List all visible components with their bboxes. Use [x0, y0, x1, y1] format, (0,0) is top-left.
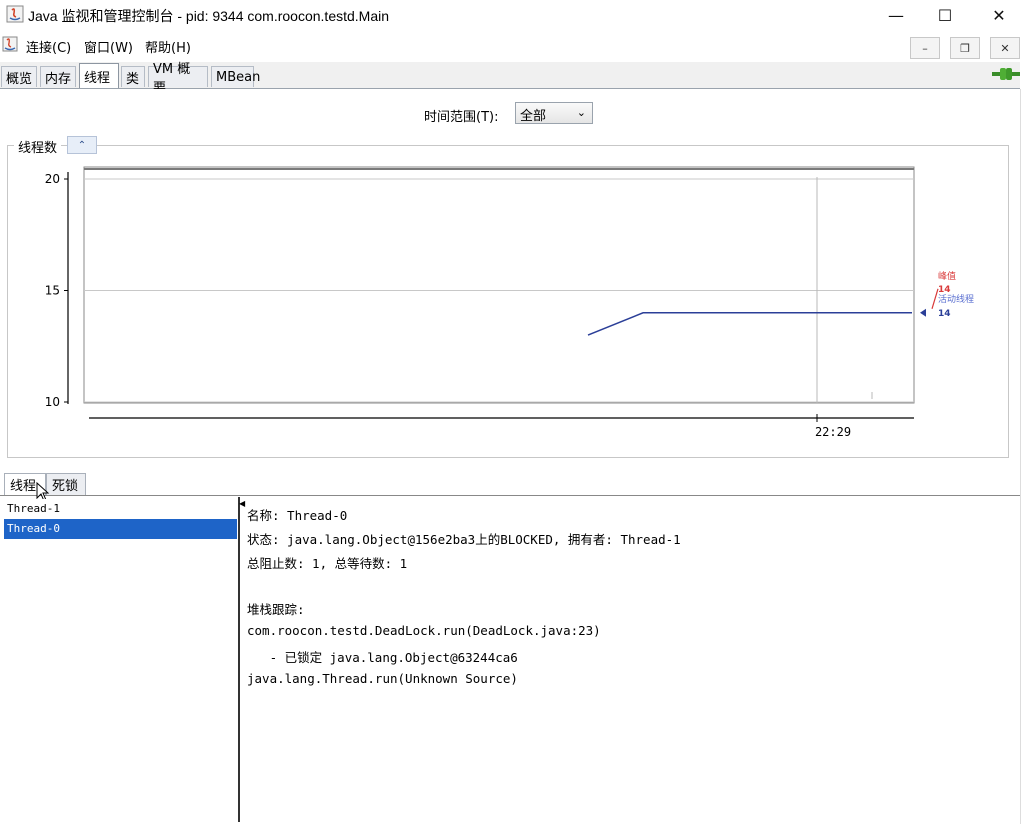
tab-classes[interactable]: 类 — [121, 66, 145, 87]
window-title: Java 监视和管理控制台 - pid: 9344 com.roocon.tes… — [28, 8, 390, 24]
tab-threads[interactable]: 线程 — [79, 63, 119, 88]
chart-panel-title: 线程数 — [14, 137, 62, 156]
legend-peak-label: 峰值 — [938, 270, 956, 282]
list-item[interactable]: Thread-1 — [4, 499, 237, 519]
legend-marker — [920, 308, 926, 317]
tab-overview[interactable]: 概览 — [1, 66, 37, 87]
tab-memory[interactable]: 内存 — [40, 66, 76, 87]
time-range-value: 全部 — [520, 109, 547, 124]
thread-count-chart-panel: 20 15 10 22:29 峰值 14 活动线程 14 — [7, 145, 1009, 458]
plot-area — [83, 166, 915, 404]
tab-vm-summary[interactable]: VM 概要 — [148, 62, 208, 96]
thread-list[interactable]: Thread-1 Thread-0 — [4, 499, 237, 822]
window-titlebar: Java 监视和管理控制台 - pid: 9344 com.roocon.tes… — [0, 0, 1029, 30]
java-app-icon[interactable] — [2, 36, 18, 52]
mdi-close-button[interactable]: ✕ — [990, 37, 1020, 59]
menu-connection[interactable]: 连接(C) — [26, 37, 71, 56]
list-item[interactable]: Thread-0 — [4, 519, 237, 539]
legend-active-value: 14 — [938, 309, 951, 319]
java-app-icon — [6, 5, 24, 23]
splitter-arrow-icon[interactable]: ◀ — [239, 499, 245, 508]
window-minimize-button[interactable]: — — [873, 0, 919, 30]
y-tick-label: 15 — [45, 284, 60, 298]
legend-active-label: 活动线程 — [938, 293, 974, 305]
window-close-button[interactable]: ✕ — [976, 0, 1022, 30]
tab-mbean[interactable]: MBean — [211, 66, 260, 87]
chevron-down-icon: ⌄ — [576, 106, 586, 119]
mdi-restore-button[interactable]: ❐ — [950, 37, 980, 59]
main-tab-bar: 概览 内存 线程 类 VM 概要 MBean — [0, 62, 1020, 96]
thread-name: 名称: Thread-0 — [247, 508, 348, 523]
stack-frame: - 已锁定 java.lang.Object@63244ca6 — [247, 650, 518, 665]
menu-bar: 连接(C) 窗口(W) 帮助(H) — [0, 32, 1029, 58]
legend-peak-value: 14 — [938, 285, 951, 295]
time-range-select[interactable]: 全部 ⌄ — [515, 102, 593, 124]
y-tick-label: 20 — [45, 172, 60, 186]
threads-tab-content: 时间范围(T): 全部 ⌄ 20 15 10 22:29 峰值 14 活动线程 14 线程数 … — [0, 89, 1021, 824]
mdi-minimize-button[interactable]: – — [910, 37, 940, 59]
thread-counts: 总阻止数: 1, 总等待数: 1 — [247, 556, 408, 571]
tab-deadlock[interactable]: 死锁 — [46, 473, 86, 495]
thread-detail-panel: 名称: Thread-0 状态: java.lang.Object@156e2b… — [247, 499, 1017, 822]
menu-window[interactable]: 窗口(W) — [84, 37, 133, 56]
stack-trace-title: 堆栈跟踪: — [247, 602, 305, 617]
thread-count-chart: 20151022:29峰值14活动线程14 — [45, 166, 974, 439]
collapse-chart-button[interactable]: ⌃ — [67, 136, 97, 154]
stack-frame: com.roocon.testd.DeadLock.run(DeadLock.j… — [247, 623, 601, 638]
time-range-label: 时间范围(T): — [424, 110, 499, 125]
thread-detail-tab-bar: 线程 死锁 — [0, 471, 1020, 496]
connection-status-icon — [992, 68, 1020, 80]
split-pane-divider[interactable] — [238, 497, 243, 822]
thread-state: 状态: java.lang.Object@156e2ba3上的BLOCKED, … — [247, 532, 681, 547]
y-tick-label: 10 — [45, 395, 60, 409]
menu-help[interactable]: 帮助(H) — [145, 37, 191, 56]
window-maximize-button[interactable]: ☐ — [922, 0, 968, 30]
x-tick-label: 22:29 — [815, 425, 851, 439]
stack-frame: java.lang.Thread.run(Unknown Source) — [247, 671, 518, 686]
